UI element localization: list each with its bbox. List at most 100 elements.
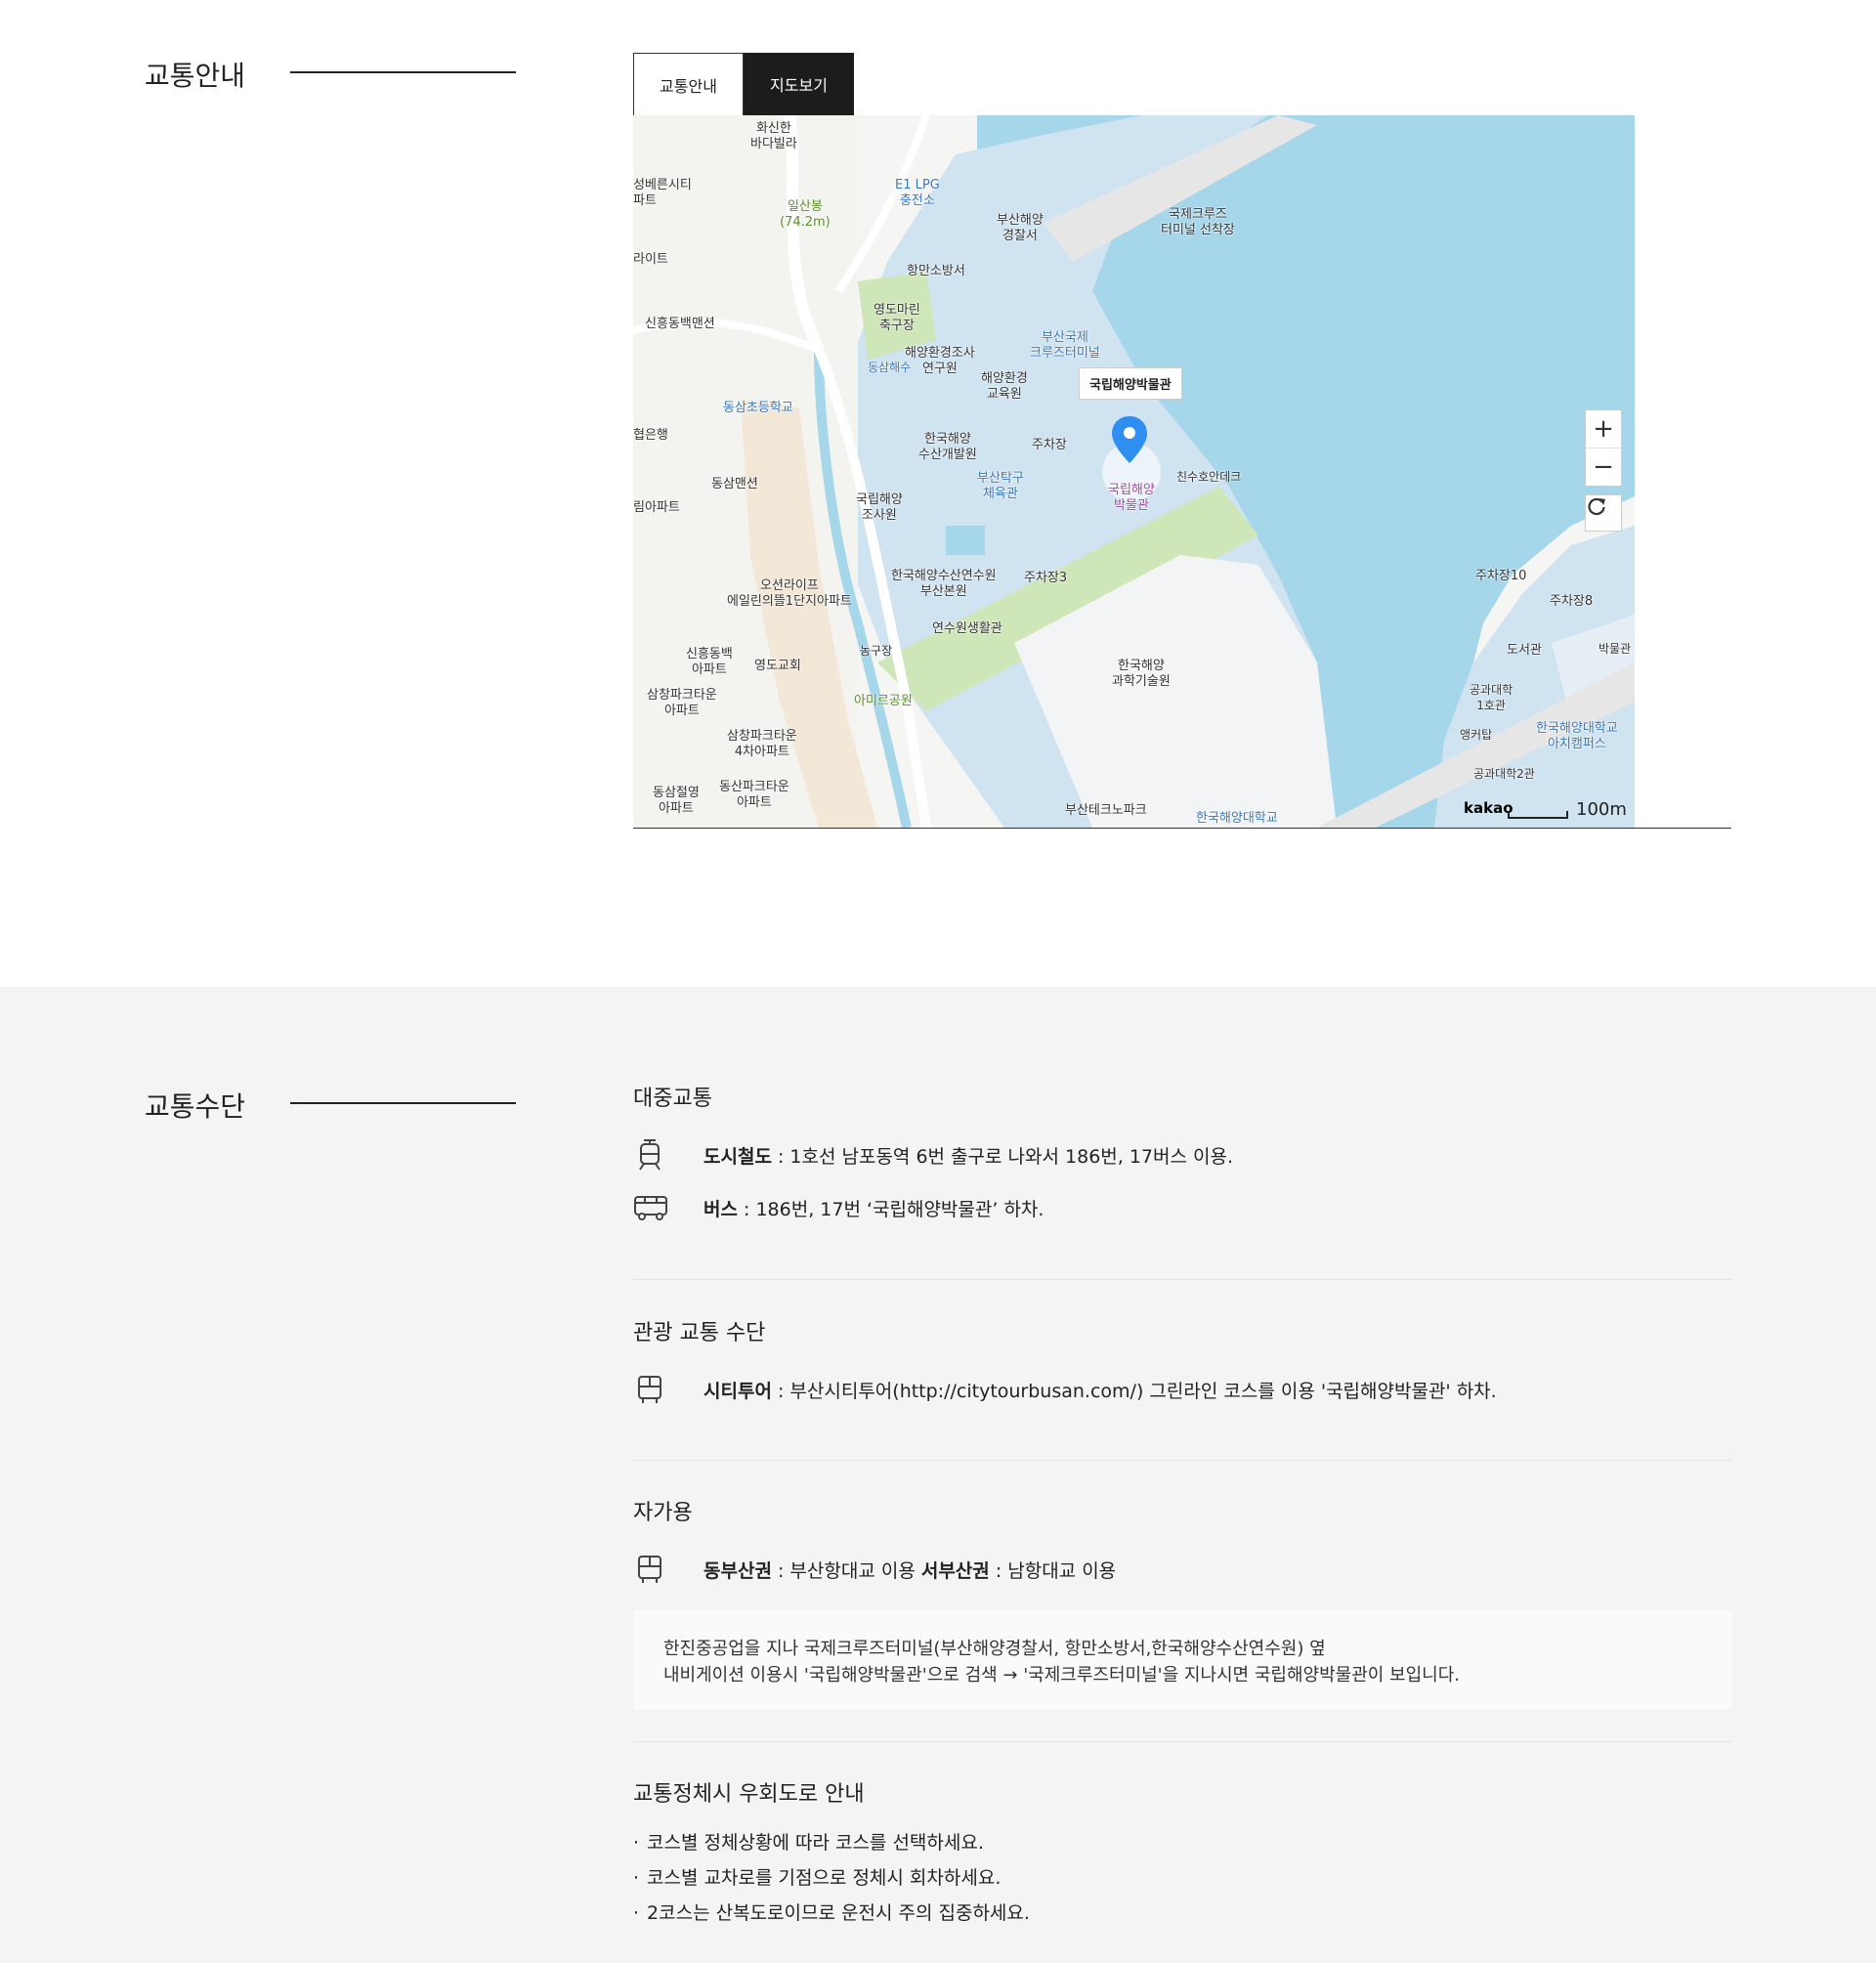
map-label: 신흥동백 아파트 [686, 647, 733, 677]
title-divider [290, 1102, 516, 1104]
detour-heading: 교통정체시 우회도로 안내 [633, 1782, 865, 1807]
citytour-text: : 부산시티투어(http://citytourbusan.com/) 그린라인… [771, 1380, 1497, 1402]
tab-map-view[interactable]: 지도보기 [744, 53, 854, 115]
map-label: 동삼해수 [868, 361, 912, 374]
map-label: 동산파크타운 아파트 [719, 780, 789, 810]
map-label: 국제크루즈 터미널 선착장 [1161, 207, 1235, 237]
public-transport-block: 대중교통 도시철도 : 1호선 남포동역 6번 출구로 나와서 186번, 17… [633, 1081, 1731, 1227]
west-busan-text: : 남항대교 이용 [989, 1559, 1117, 1582]
divider [633, 1460, 1731, 1461]
bus-text: : 186번, 17번 ‘국립해양박물관’ 하차. [737, 1198, 1045, 1220]
map-label: 주차장8 [1550, 594, 1594, 609]
citytour-label: 시티투어 [704, 1380, 772, 1402]
map-label: 일산봉 (74.2m) [780, 199, 831, 230]
map-label: 항만소방서 [907, 264, 965, 278]
map-label: 성베른시티 파트 [633, 178, 692, 208]
car-note-box: 한진중공업을 지나 국제크루즈터미널(부산해양경찰서, 항만소방서,한국해양수산… [633, 1610, 1731, 1709]
bus-row: 버스 : 186번, 17번 ‘국립해양박물관’ 하차. [633, 1188, 1731, 1227]
kakao-logo: kakao [1464, 799, 1514, 817]
zoom-in-button[interactable]: + [1586, 410, 1621, 448]
car-row: 동부산권 : 부산항대교 이용 서부산권 : 남항대교 이용 [633, 1550, 1731, 1589]
traffic-guide-section: 교통안내 교통안내 지도보기 화신한 바다빌라 성베른시티 파트 일산봉 (74… [0, 0, 1876, 987]
map-label: 도서관 [1507, 643, 1542, 658]
map-label: 한국해양 과학기술원 [1112, 659, 1171, 689]
tour-transport-block: 관광 교통 수단 시티투어 : 부산시티투어(http://citytourbu… [633, 1315, 1731, 1409]
map-label: 화신한 바다빌라 [750, 121, 797, 151]
detour-block: 교통정체시 우회도로 안내 [633, 1776, 1731, 1808]
map-label: 삼창파크타운 아파트 [647, 688, 717, 718]
map-scale-text: 100m [1576, 799, 1627, 820]
divider [633, 1279, 1731, 1280]
map-label: 한국해양대학교 [1196, 811, 1278, 826]
map-label: 공과대학 1호관 [1470, 683, 1514, 712]
car-icon [633, 1550, 680, 1589]
car-note-line: 내비게이션 이용시 '국립해양박물관'으로 검색 → '국제크루즈터미널'을 지… [663, 1665, 1461, 1686]
map-label: 삼창파크타운 4차아파트 [727, 729, 797, 759]
map-label: 부산해양 경찰서 [997, 213, 1044, 243]
list-item: 코스별 정체상황에 따라 코스를 선택하세요. [633, 1825, 1030, 1860]
tour-bus-icon [633, 1370, 680, 1409]
title-divider [290, 71, 516, 73]
divider [633, 1741, 1731, 1742]
east-busan-text: : 부산항대교 이용 [771, 1559, 921, 1582]
section-title: 교통수단 [145, 1090, 246, 1123]
map-label: 아미르공원 [854, 694, 913, 708]
zoom-control: + − [1585, 409, 1622, 487]
map-view[interactable]: 화신한 바다빌라 성베른시티 파트 일산봉 (74.2m) E1 LPG 충전소 부산해… [633, 115, 1635, 828]
subway-label: 도시철도 [704, 1145, 772, 1168]
map-label: 친수호안데크 [1176, 470, 1242, 484]
map-label: 동삼맨션 [711, 477, 758, 491]
list-item: 2코스는 산복도로이므로 운전시 주의 집중하세요. [633, 1896, 1030, 1931]
map-label: 동삼초등학교 [723, 401, 793, 415]
map-label: 동삼절영 아파트 [653, 786, 700, 816]
subway-row: 도시철도 : 1호선 남포동역 6번 출구로 나와서 186번, 17버스 이용… [633, 1135, 1731, 1174]
map-label: 한국해양대학교 아치캠퍼스 [1536, 721, 1618, 751]
map-label: 한국해양 수산개발원 [918, 432, 977, 462]
tour-transport-heading: 관광 교통 수단 [633, 1321, 766, 1345]
subway-text: : 1호선 남포동역 6번 출구로 나와서 186번, 17버스 이용. [771, 1145, 1234, 1168]
map-label: 부산국제 크루즈터미널 [1030, 330, 1100, 361]
car-block: 자가용 동부산권 : 부산항대교 이용 서부산권 : 남항대교 이용 [633, 1495, 1731, 1589]
public-transport-heading: 대중교통 [633, 1087, 712, 1111]
zoom-out-button[interactable]: − [1586, 448, 1621, 486]
tab-traffic-guide[interactable]: 교통안내 [633, 53, 744, 115]
citytour-row: 시티투어 : 부산시티투어(http://citytourbusan.com/)… [633, 1370, 1731, 1409]
map-label: 한국해양수산연수원 부산본원 [891, 569, 997, 599]
map-label: 부산테크노파크 [1065, 803, 1147, 818]
section-title: 교통안내 [145, 60, 246, 92]
subway-icon [633, 1135, 680, 1174]
map-label: 해양환경조사 연구원 [905, 346, 975, 376]
refresh-icon [1588, 497, 1605, 516]
map-label: 국립해양 박물관 [1108, 483, 1155, 513]
map-label: 영도교회 [754, 659, 801, 673]
map-bottom-rule [633, 828, 1731, 829]
map-label: 해양환경 교육원 [981, 371, 1028, 402]
map-label: 오션라이프 에일린의뜰1단지아파트 [727, 578, 852, 609]
map-label: 주차장 [1032, 438, 1067, 452]
map-label: 박물관 [1599, 642, 1632, 656]
tab-bar: 교통안내 지도보기 [633, 53, 854, 115]
east-busan-label: 동부산권 [704, 1559, 772, 1582]
map-label: 부산탁구 체육관 [977, 471, 1024, 501]
map-label: 영도마린 축구장 [874, 303, 920, 333]
list-item: 코스별 교차로를 기점으로 정체시 회차하세요. [633, 1860, 1030, 1896]
map-label: 신흥동백맨션 [645, 317, 715, 331]
map-label: 국립해양 조사원 [856, 492, 903, 523]
car-note-line: 한진중공업을 지나 국제크루즈터미널(부산해양경찰서, 항만소방서,한국해양수산… [663, 1639, 1326, 1659]
map-info-label: 국립해양박물관 [1079, 367, 1182, 400]
map-label: 림아파트 [633, 500, 680, 515]
bus-icon [633, 1188, 680, 1227]
reset-map-button[interactable] [1585, 494, 1622, 532]
map-label: 라이트 [633, 252, 668, 267]
bus-label: 버스 [704, 1198, 738, 1220]
west-busan-label: 서부산권 [920, 1559, 990, 1582]
map-label: E1 LPG 충전소 [895, 178, 940, 208]
map-scale-bar [1508, 811, 1568, 819]
map-label: 앵커탑 [1460, 728, 1493, 742]
map-label: 주차장10 [1475, 569, 1527, 583]
map-label: 연수원생활관 [932, 621, 1002, 636]
map-label: 농구장 [860, 644, 893, 658]
map-label: 협은행 [633, 428, 668, 443]
detour-list: 코스별 정체상황에 따라 코스를 선택하세요. 코스별 교차로를 기점으로 정체… [633, 1825, 1030, 1931]
car-heading: 자가용 [633, 1501, 693, 1525]
